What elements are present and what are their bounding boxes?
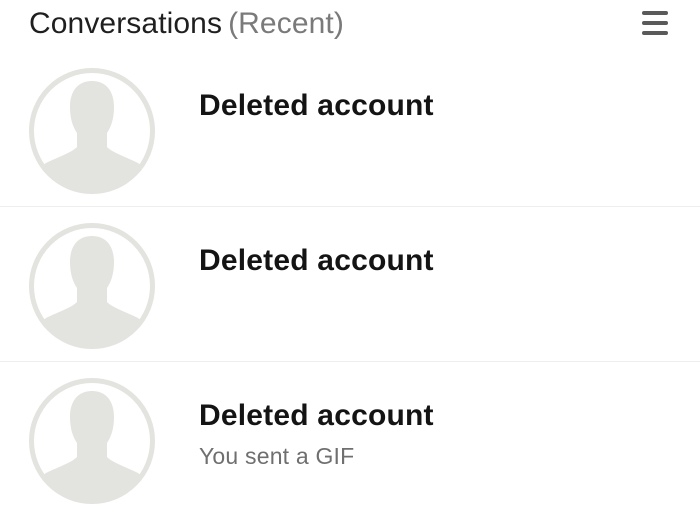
conversation-row[interactable]: Deleted account You sent a GIF [0,362,700,517]
page-subtitle-text: (Recent) [228,7,344,40]
conversation-row[interactable]: Deleted account [0,52,700,207]
menu-button[interactable] [638,8,672,38]
default-user-avatar-icon [29,223,155,349]
avatar [28,377,156,505]
hamburger-menu-icon [642,11,668,35]
avatar [28,222,156,350]
conversation-name: Deleted account [199,89,434,122]
default-user-avatar-icon [29,378,155,504]
page-title: Conversations (Recent) [29,6,344,42]
page-title-text: Conversations [29,7,223,40]
conversation-name: Deleted account [199,244,434,277]
default-user-avatar-icon [29,68,155,194]
avatar [28,67,156,195]
conversation-row[interactable]: Deleted account [0,207,700,362]
conversation-list: Deleted account Deleted account Deleted … [0,52,700,517]
conversation-name: Deleted account [199,399,434,432]
conversations-header: Conversations (Recent) [0,0,700,52]
conversation-preview: You sent a GIF [199,443,355,469]
